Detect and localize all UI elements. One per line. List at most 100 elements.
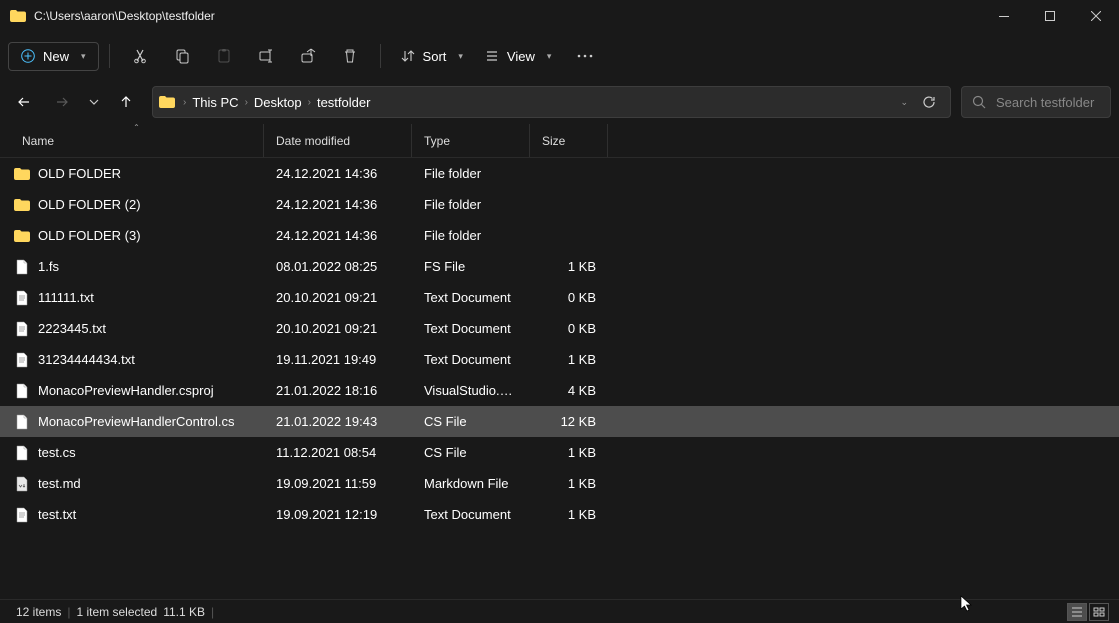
file-date: 21.01.2022 18:16 [264,383,412,398]
window-controls [981,0,1119,32]
details-view-button[interactable] [1067,603,1087,621]
file-name: test.txt [38,507,76,522]
up-button[interactable] [110,86,142,118]
file-size: 12 KB [530,414,608,429]
text-icon [14,321,30,337]
sort-icon [401,49,415,63]
divider [109,44,110,68]
file-date: 19.11.2021 19:49 [264,352,412,367]
file-icon [14,414,30,430]
window-title: C:\Users\aaron\Desktop\testfolder [34,9,981,23]
file-name: MonacoPreviewHandler.csproj [38,383,214,398]
view-toggles [1067,603,1109,621]
more-button[interactable] [563,38,607,74]
file-name: OLD FOLDER [38,166,121,181]
file-name: OLD FOLDER (3) [38,228,141,243]
file-row[interactable]: MonacoPreviewHandler.csproj 21.01.2022 18… [0,375,1119,406]
file-size: 0 KB [530,290,608,305]
folder-icon [14,228,30,244]
file-row[interactable]: 2223445.txt20.10.2021 09:21Text Document… [0,313,1119,344]
file-date: 11.12.2021 08:54 [264,445,412,460]
file-size: 1 KB [530,352,608,367]
file-size: 1 KB [530,445,608,460]
new-label: New [43,49,69,64]
plus-icon [21,49,35,63]
thumbnails-view-button[interactable] [1089,603,1109,621]
text-icon [14,290,30,306]
file-type: Text Document [412,352,530,367]
md-icon [14,476,30,492]
file-name: MonacoPreviewHandlerControl.cs [38,414,235,429]
file-name: 111111.txt [38,290,94,305]
file-size: 4 KB [530,383,608,398]
file-row[interactable]: OLD FOLDER (2)24.12.2021 14:36File folde… [0,189,1119,220]
paste-button[interactable] [204,38,244,74]
file-name: 2223445.txt [38,321,106,336]
address-bar[interactable]: › This PC › Desktop › testfolder ⌄ [152,86,951,118]
breadcrumb-item[interactable]: Desktop [250,95,306,110]
folder-icon [14,166,30,182]
rename-button[interactable] [246,38,286,74]
file-row[interactable]: test.cs 11.12.2021 08:54CS File1 KB [0,437,1119,468]
sort-label: Sort [423,49,447,64]
file-type: Text Document [412,290,530,305]
status-size: 11.1 KB [163,605,211,619]
folder-icon [10,10,26,22]
close-button[interactable] [1073,0,1119,32]
statusbar: 12 items | 1 item selected 11.1 KB | [0,599,1119,623]
file-date: 24.12.2021 14:36 [264,197,412,212]
chevron-right-icon[interactable]: › [306,97,313,108]
file-date: 20.10.2021 09:21 [264,321,412,336]
view-label: View [507,49,535,64]
toolbar: New ▾ Sort ▾ View ▾ [0,32,1119,80]
file-type: CS File [412,445,530,460]
status-selection: 1 item selected [70,605,163,619]
file-name: 31234444434.txt [38,352,135,367]
share-button[interactable] [288,38,328,74]
file-row[interactable]: 111111.txt 20.10.2021 09:21Text Document0… [0,282,1119,313]
file-row[interactable]: 1.fs08.01.2022 08:25FS File1 KB [0,251,1119,282]
column-date[interactable]: Date modified [264,124,412,157]
file-row[interactable]: OLD FOLDER (3)24.12.2021 14:36File folde… [0,220,1119,251]
file-type: FS File [412,259,530,274]
file-row[interactable]: test.md19.09.2021 11:59Markdown File1 KB [0,468,1119,499]
file-list: OLD FOLDER24.12.2021 14:36File folderOLD… [0,158,1119,530]
file-type: VisualStudio.Laun... [412,383,530,398]
maximize-button[interactable] [1027,0,1073,32]
file-size: 0 KB [530,321,608,336]
view-icon [485,49,499,63]
file-name: test.cs [38,445,76,460]
delete-button[interactable] [330,38,370,74]
file-date: 19.09.2021 12:19 [264,507,412,522]
file-row[interactable]: test.txt19.09.2021 12:19Text Document1 K… [0,499,1119,530]
chevron-right-icon[interactable]: › [243,97,250,108]
file-type: Text Document [412,507,530,522]
view-button[interactable]: View ▾ [475,43,561,70]
file-row[interactable]: MonacoPreviewHandlerControl.cs21.01.2022… [0,406,1119,437]
file-row[interactable]: 31234444434.txt 19.11.2021 19:49Text Docu… [0,344,1119,375]
file-size: 1 KB [530,476,608,491]
recent-button[interactable] [84,86,104,118]
copy-button[interactable] [162,38,202,74]
sort-button[interactable]: Sort ▾ [391,43,473,70]
file-name: test.md [38,476,81,491]
titlebar: C:\Users\aaron\Desktop\testfolder [0,0,1119,32]
search-input[interactable]: Search testfolder [961,86,1111,118]
address-dropdown[interactable]: ⌄ [894,97,914,108]
breadcrumb-item[interactable]: testfolder [313,95,374,110]
column-name[interactable]: Name ⌃ [10,124,264,157]
column-size[interactable]: Size [530,124,608,157]
file-size: 1 KB [530,259,608,274]
refresh-button[interactable] [914,95,944,109]
forward-button[interactable] [46,86,78,118]
back-button[interactable] [8,86,40,118]
chevron-right-icon[interactable]: › [181,97,188,108]
new-button[interactable]: New ▾ [8,42,99,71]
file-date: 20.10.2021 09:21 [264,290,412,305]
column-type[interactable]: Type [412,124,530,157]
breadcrumb-item[interactable]: This PC [188,95,242,110]
file-row[interactable]: OLD FOLDER24.12.2021 14:36File folder [0,158,1119,189]
minimize-button[interactable] [981,0,1027,32]
chevron-down-icon: ▾ [458,51,463,62]
cut-button[interactable] [120,38,160,74]
